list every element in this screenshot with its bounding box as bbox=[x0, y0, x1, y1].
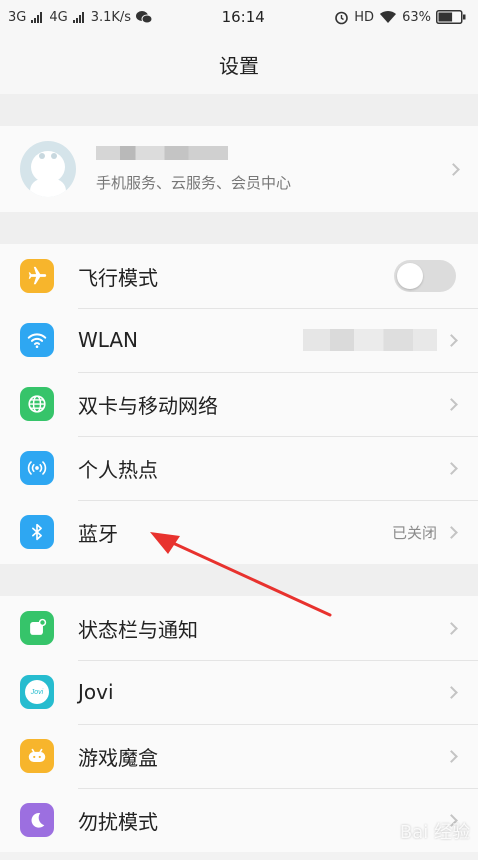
bluetooth-row[interactable]: 蓝牙 已关闭 bbox=[0, 500, 478, 564]
hotspot-icon bbox=[20, 451, 54, 485]
clock: 16:14 bbox=[221, 8, 265, 26]
section-divider bbox=[0, 564, 478, 596]
airplane-mode-row[interactable]: 飞行模式 bbox=[0, 244, 478, 308]
title-bar: 设置 bbox=[0, 34, 478, 94]
airplane-mode-label: 飞行模式 bbox=[78, 265, 158, 290]
jovi-row[interactable]: Jovi Jovi bbox=[0, 660, 478, 724]
gamebox-row[interactable]: 游戏魔盒 bbox=[0, 724, 478, 788]
battery-percent: 63% bbox=[402, 9, 431, 25]
signal-icon bbox=[31, 11, 43, 23]
chevron-right-icon bbox=[445, 397, 458, 411]
airplane-mode-toggle[interactable] bbox=[394, 260, 456, 292]
wechat-icon bbox=[136, 11, 153, 24]
connectivity-group: 飞行模式 WLAN 双卡与移动网络 个人热点 蓝牙 已关闭 bbox=[0, 244, 478, 564]
signal-icon-2 bbox=[72, 11, 84, 23]
network-type-2: 4G bbox=[49, 9, 68, 25]
statusbar-notification-label: 状态栏与通知 bbox=[78, 617, 198, 642]
network-type-1: 3G bbox=[8, 9, 27, 25]
chevron-right-icon bbox=[445, 525, 458, 539]
account-row[interactable]: 手机服务、云服务、会员中心 bbox=[0, 126, 478, 212]
avatar bbox=[20, 141, 76, 197]
hd-badge: HD bbox=[354, 9, 375, 25]
network-speed: 3.1K/s bbox=[90, 9, 132, 25]
status-bar: 3G 4G 3.1K/s 16:14 HD 63% bbox=[0, 0, 478, 34]
chevron-right-icon bbox=[445, 333, 458, 347]
chevron-right-icon bbox=[445, 685, 458, 699]
section-divider bbox=[0, 94, 478, 126]
alarm-icon bbox=[335, 11, 349, 24]
gamepad-icon bbox=[20, 739, 54, 773]
account-name-redacted bbox=[96, 145, 228, 160]
jovi-label: Jovi bbox=[78, 680, 114, 704]
hotspot-label: 个人热点 bbox=[78, 457, 158, 482]
do-not-disturb-label: 勿扰模式 bbox=[78, 809, 158, 834]
chevron-right-icon bbox=[447, 162, 460, 176]
statusbar-notification-row[interactable]: 状态栏与通知 bbox=[0, 596, 478, 660]
globe-icon bbox=[20, 387, 54, 421]
system-group: 状态栏与通知 Jovi Jovi 游戏魔盒 勿扰模式 bbox=[0, 596, 478, 852]
dual-sim-label: 双卡与移动网络 bbox=[78, 393, 218, 418]
chevron-right-icon bbox=[445, 749, 458, 763]
moon-icon bbox=[20, 803, 54, 837]
wifi-icon bbox=[20, 323, 54, 357]
jovi-icon: Jovi bbox=[20, 675, 54, 709]
chevron-right-icon bbox=[445, 461, 458, 475]
wlan-label: WLAN bbox=[78, 328, 139, 352]
bluetooth-label: 蓝牙 bbox=[78, 521, 118, 546]
dual-sim-row[interactable]: 双卡与移动网络 bbox=[0, 372, 478, 436]
wlan-row[interactable]: WLAN bbox=[0, 308, 478, 372]
bluetooth-icon bbox=[20, 515, 54, 549]
hotspot-row[interactable]: 个人热点 bbox=[0, 436, 478, 500]
chevron-right-icon bbox=[445, 621, 458, 635]
gamebox-label: 游戏魔盒 bbox=[78, 745, 158, 770]
wifi-status-icon bbox=[380, 10, 397, 23]
notification-icon bbox=[20, 611, 54, 645]
wlan-network-name-redacted bbox=[303, 329, 437, 351]
section-divider bbox=[0, 212, 478, 244]
battery-icon bbox=[435, 10, 466, 24]
airplane-icon bbox=[20, 259, 54, 293]
watermark-logo: Bai 经验 bbox=[399, 822, 470, 843]
account-subtitle: 手机服务、云服务、会员中心 bbox=[96, 173, 292, 192]
page-title: 设置 bbox=[219, 53, 259, 78]
bluetooth-status: 已关闭 bbox=[391, 523, 437, 542]
jovi-icon-text: Jovi bbox=[30, 688, 44, 696]
